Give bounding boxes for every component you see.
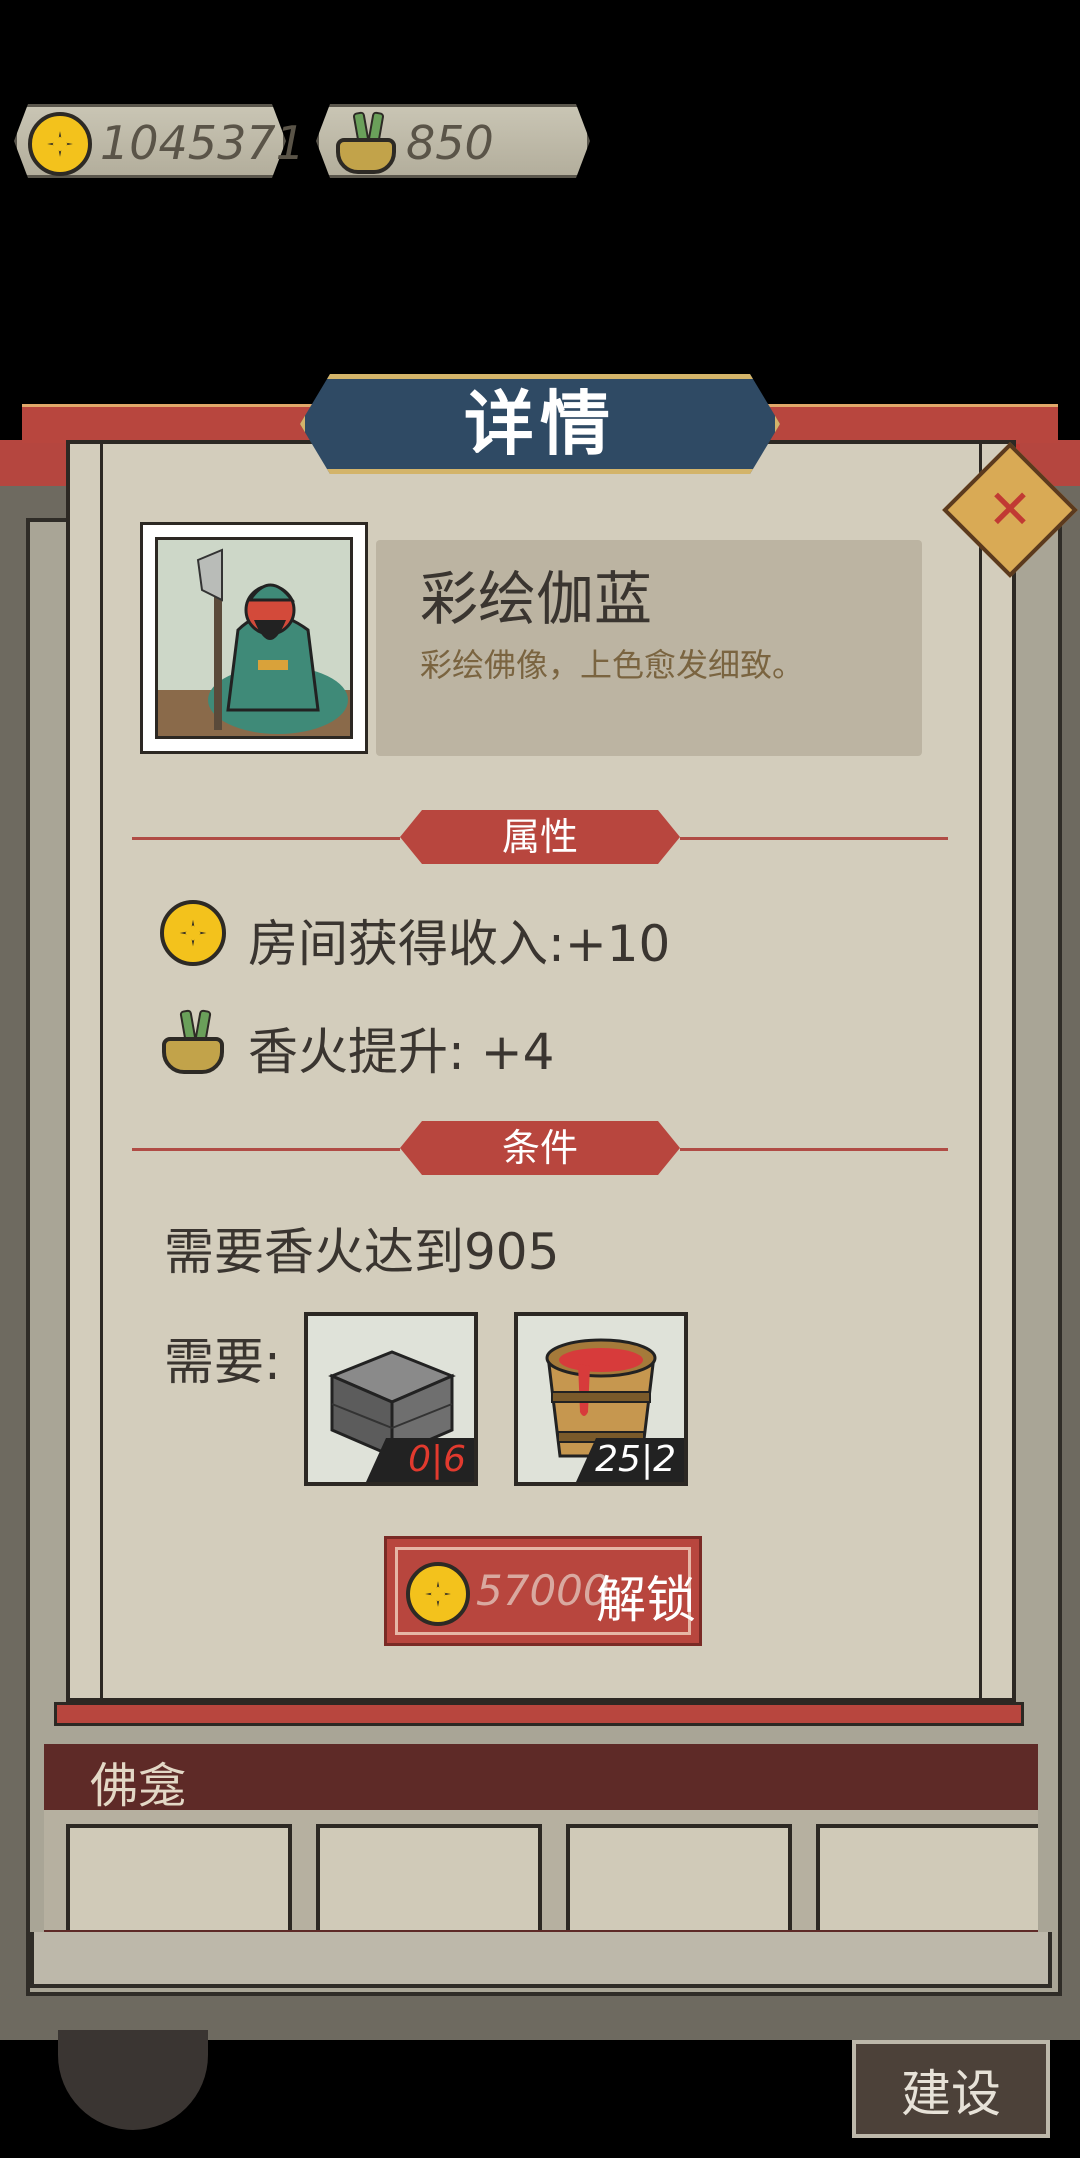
build-label: 建设 — [901, 2065, 1001, 2123]
coin-icon — [28, 112, 92, 176]
shrine-list[interactable] — [44, 1810, 1038, 1930]
materials-need-label: 需要: — [164, 1333, 281, 1391]
unlock-label: 解锁 — [596, 1571, 696, 1629]
shrine-item[interactable] — [66, 1824, 292, 1930]
shrine-list-title: 佛龛 — [90, 1758, 187, 1814]
incense-burner-icon — [336, 110, 396, 174]
item-portrait — [140, 522, 368, 754]
coin-icon — [160, 900, 226, 966]
material-slot-paint[interactable]: 25|2 — [514, 1312, 688, 1486]
dialog-bottom-trim — [54, 1702, 1024, 1726]
income-attribute: 房间获得收入:+10 — [248, 915, 671, 973]
incense-burner-icon — [162, 1009, 224, 1074]
shrine-list-footer — [30, 1932, 1052, 1988]
conditions-divider-right — [680, 1148, 948, 1151]
conditions-divider-left — [132, 1148, 400, 1151]
guan-yu-statue-icon — [155, 537, 353, 739]
attributes-divider-right — [680, 837, 948, 840]
incense-attribute: 香火提升: +4 — [248, 1023, 555, 1081]
close-x-icon[interactable]: ✕ — [962, 462, 1058, 558]
attributes-label: 属性 — [501, 815, 578, 859]
incense-requirement: 需要香火达到905 — [164, 1223, 560, 1281]
shrine-item[interactable] — [566, 1824, 792, 1930]
coin-amount: 1045371 — [100, 116, 305, 170]
unlock-price: 57000 — [476, 1566, 610, 1615]
dialog-title: 详情 — [464, 383, 616, 465]
item-name: 彩绘伽蓝 — [420, 565, 653, 633]
coin-icon — [406, 1562, 470, 1626]
item-description: 彩绘佛像，上色愈发细致。 — [420, 646, 805, 684]
material-slot-stone[interactable]: 0|6 — [304, 1312, 478, 1486]
conditions-label: 条件 — [501, 1126, 578, 1170]
cart-wheel — [58, 2030, 208, 2130]
incense-amount: 850 — [406, 116, 494, 170]
shrine-item[interactable] — [316, 1824, 542, 1930]
shrine-item[interactable] — [816, 1824, 1038, 1930]
attributes-divider-left — [132, 837, 400, 840]
